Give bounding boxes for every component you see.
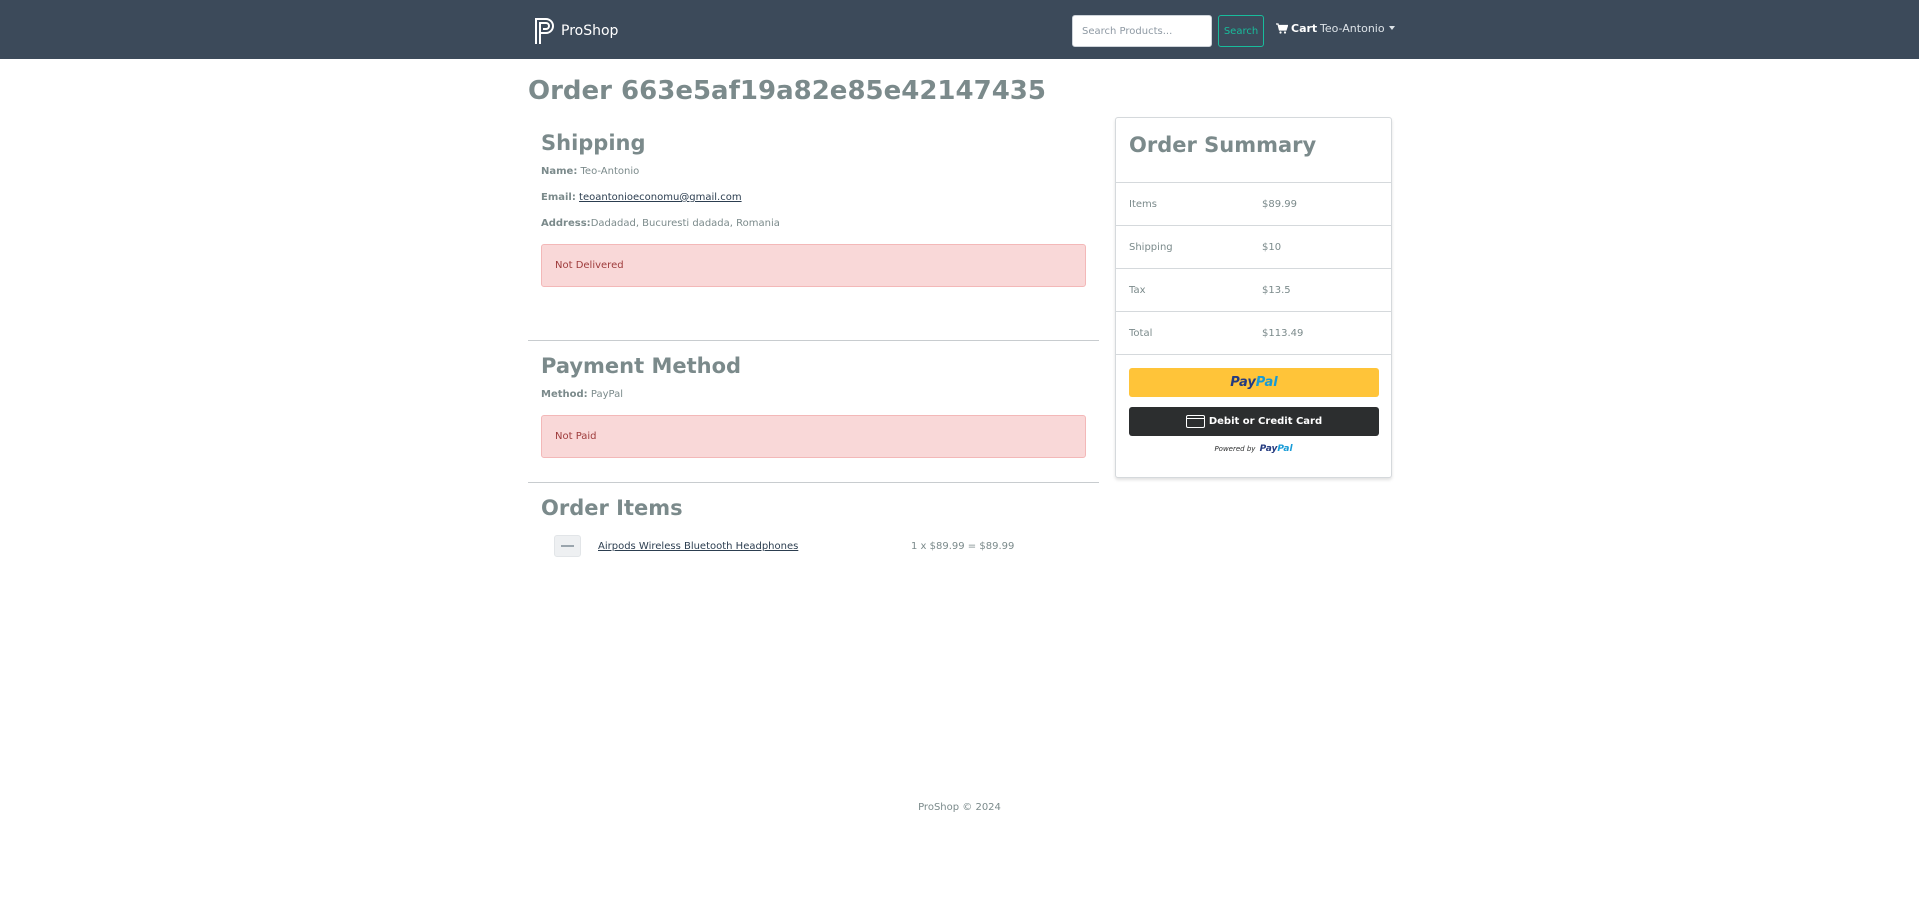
- powered-by-logo: PayPal: [1260, 444, 1293, 454]
- summary-value: $13.5: [1262, 284, 1291, 296]
- email-link[interactable]: teoantonioeconomu@gmail.com: [579, 192, 742, 203]
- order-summary-heading: Order Summary: [1129, 133, 1317, 157]
- cart-link[interactable]: Cart: [1276, 20, 1317, 36]
- method-label: Method:: [541, 389, 588, 400]
- shipping-email: Email: teoantonioeconomu@gmail.com: [541, 192, 1086, 204]
- footer-copyright: ProShop © 2024: [918, 802, 1001, 813]
- brand-link[interactable]: ProShop: [534, 17, 618, 45]
- payment-method: Method: PayPal: [541, 389, 1086, 401]
- cart-label: Cart: [1291, 21, 1318, 35]
- summary-label: Total: [1129, 327, 1153, 339]
- shipping-address: Address:Dadadad, Bucuresti dadada, Roman…: [541, 218, 1086, 230]
- caret-down-icon: [1388, 26, 1395, 30]
- list-item: Airpods Wireless Bluetooth Headphones 1 …: [541, 533, 1086, 559]
- user-name: Teo-Antonio: [1320, 21, 1385, 35]
- order-items-section: Order Items Airpods Wireless Bluetooth H…: [528, 483, 1099, 559]
- shipping-heading: Shipping: [541, 131, 646, 155]
- summary-row-items: Items $89.99: [1116, 183, 1391, 226]
- headphones-image-icon: [561, 545, 574, 547]
- name-label: Name:: [541, 166, 578, 177]
- item-thumbnail[interactable]: [554, 535, 581, 557]
- item-price-calc: 1 x $89.99 = $89.99: [911, 540, 1015, 552]
- search-button[interactable]: Search: [1218, 15, 1264, 47]
- navbar: ProShop Search Cart Teo-Antonio: [0, 0, 1919, 59]
- order-details: Shipping Name: Teo-Antonio Email: teoant…: [528, 118, 1099, 559]
- shipping-section: Shipping Name: Teo-Antonio Email: teoant…: [528, 118, 1099, 316]
- debit-credit-card-button[interactable]: Debit or Credit Card: [1129, 407, 1379, 436]
- brand-logo-icon: [535, 18, 554, 44]
- delivery-status-alert: Not Delivered: [541, 244, 1086, 287]
- summary-row-shipping: Shipping $10: [1116, 226, 1391, 269]
- powered-logo-pal: Pal: [1277, 444, 1293, 454]
- powered-by-text: Powered by: [1214, 445, 1256, 453]
- card-button-label: Debit or Credit Card: [1208, 416, 1323, 427]
- item-name-link[interactable]: Airpods Wireless Bluetooth Headphones: [598, 541, 911, 552]
- address-label: Address:: [541, 218, 591, 229]
- summary-value: $10: [1262, 241, 1282, 253]
- powered-by-paypal: Powered by PayPal: [1129, 444, 1378, 454]
- credit-card-icon: [1185, 415, 1205, 428]
- summary-value: $113.49: [1262, 327, 1304, 339]
- summary-label: Tax: [1129, 284, 1146, 296]
- summary-row-total: Total $113.49: [1116, 312, 1391, 355]
- summary-value: $89.99: [1262, 198, 1297, 210]
- paypal-button[interactable]: Pay Pal: [1129, 368, 1379, 397]
- brand-name: ProShop: [561, 23, 619, 39]
- order-summary-header: Order Summary: [1116, 118, 1391, 183]
- order-summary-card: Order Summary Items $89.99 Shipping $10 …: [1115, 117, 1392, 478]
- search-input[interactable]: [1072, 15, 1212, 47]
- page-title: Order 663e5af19a82e85e42147435: [528, 76, 1046, 106]
- summary-label: Shipping: [1129, 241, 1173, 253]
- method-value: PayPal: [590, 389, 623, 400]
- powered-logo-pay: Pay: [1259, 444, 1278, 454]
- cart-icon: [1276, 22, 1288, 34]
- order-items-heading: Order Items: [541, 496, 683, 520]
- summary-label: Items: [1129, 198, 1157, 210]
- name-value: Teo-Antonio: [580, 166, 640, 177]
- user-dropdown[interactable]: Teo-Antonio: [1320, 20, 1395, 36]
- payment-status-alert: Not Paid: [541, 415, 1086, 458]
- paypal-logo-pay: Pay: [1230, 375, 1256, 390]
- payment-buttons: Pay Pal Debit or Credit Card Powered by P…: [1116, 355, 1391, 454]
- shipping-name: Name: Teo-Antonio: [541, 166, 1086, 178]
- paypal-logo-pal: Pal: [1255, 375, 1278, 390]
- payment-section: Payment Method Method: PayPal Not Paid: [528, 341, 1099, 458]
- address-value: Dadadad, Bucuresti dadada, Romania: [590, 218, 780, 229]
- summary-row-tax: Tax $13.5: [1116, 269, 1391, 312]
- email-label: Email:: [541, 192, 576, 203]
- payment-heading: Payment Method: [541, 354, 742, 378]
- footer: ProShop © 2024: [0, 802, 1919, 813]
